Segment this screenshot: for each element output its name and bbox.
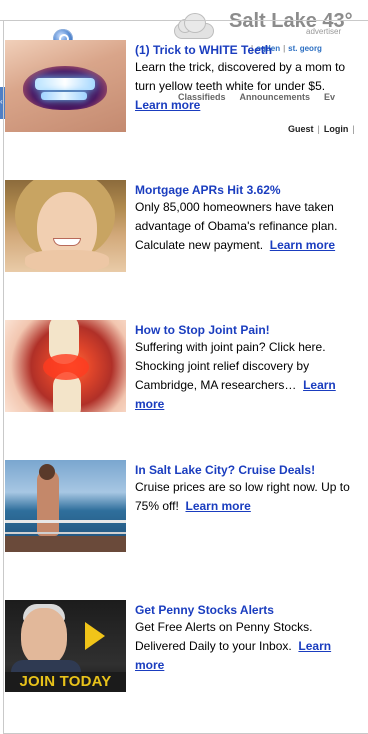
ad-title[interactable]: Get Penny Stocks Alerts — [135, 602, 363, 618]
learn-more-link[interactable]: Learn more — [135, 98, 200, 112]
ad-frame-border-left — [3, 20, 4, 734]
ad-title[interactable]: How to Stop Joint Pain! — [135, 322, 363, 338]
ad-body: Learn the trick, discovered by a mom to … — [135, 60, 346, 93]
ad-body: Get Free Alerts on Penny Stocks. Deliver… — [135, 620, 313, 653]
ad-text: (1) Trick to WHITE Teeth Learn the trick… — [135, 42, 363, 115]
ad-text: How to Stop Joint Pain! Suffering with j… — [135, 322, 363, 414]
ad-body: Suffering with joint pain? Click here. S… — [135, 340, 326, 392]
guest-label: Guest — [288, 124, 314, 134]
teeth-whitening-image[interactable] — [5, 40, 126, 132]
ad-frame-border — [0, 20, 368, 21]
ad-text: Mortgage APRs Hit 3.62% Only 85,000 home… — [135, 182, 363, 255]
play-arrow-icon — [85, 622, 105, 650]
advertiser-label: advertiser — [306, 27, 342, 36]
ad-text: In Salt Lake City? Cruise Deals! Cruise … — [135, 462, 363, 516]
user-links: Guest | Login | — [288, 124, 355, 134]
cruise-deck-image[interactable] — [5, 460, 126, 552]
login-link[interactable]: Login — [324, 124, 349, 134]
cloud-weather-icon — [170, 11, 218, 41]
learn-more-link[interactable]: Learn more — [270, 238, 335, 252]
ad-title[interactable]: In Salt Lake City? Cruise Deals! — [135, 462, 363, 478]
penny-stocks-image[interactable]: JOIN TODAY — [5, 600, 126, 692]
join-today-banner: JOIN TODAY — [5, 672, 126, 692]
smiling-woman-image[interactable] — [5, 180, 126, 272]
ad-title[interactable]: (1) Trick to WHITE Teeth — [135, 42, 363, 58]
city-name: Salt Lake — [229, 10, 317, 32]
knee-joint-image[interactable] — [5, 320, 126, 412]
ad-title[interactable]: Mortgage APRs Hit 3.62% — [135, 182, 363, 198]
learn-more-link[interactable]: Learn more — [185, 499, 250, 513]
ad-text: Get Penny Stocks Alerts Get Free Alerts … — [135, 602, 363, 675]
